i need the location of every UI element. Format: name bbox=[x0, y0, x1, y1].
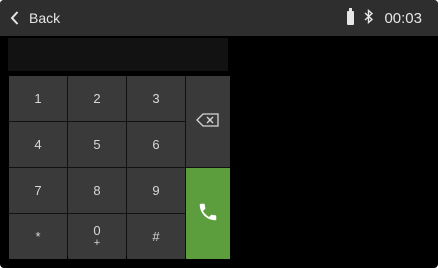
key-1[interactable]: 1 bbox=[9, 76, 67, 121]
clock-time: 00:03 bbox=[384, 9, 422, 27]
back-label: Back bbox=[29, 10, 61, 26]
key-8[interactable]: 8 bbox=[68, 168, 126, 213]
key-6[interactable]: 6 bbox=[127, 122, 185, 167]
key-0-plus: + bbox=[93, 237, 101, 249]
key-3[interactable]: 3 bbox=[127, 76, 185, 121]
phone-icon bbox=[197, 201, 219, 226]
number-display bbox=[8, 38, 228, 71]
backspace-icon bbox=[196, 113, 220, 130]
status-bar: Back 00:03 bbox=[0, 0, 438, 36]
call-button[interactable] bbox=[186, 168, 230, 259]
key-star[interactable]: * bbox=[9, 214, 67, 259]
dial-keypad: 1 2 3 4 5 6 7 8 9 * 0 + # bbox=[9, 76, 230, 259]
battery-icon bbox=[347, 8, 355, 25]
chevron-left-icon bbox=[10, 11, 19, 25]
back-button[interactable]: Back bbox=[10, 0, 60, 36]
dialer-screen: Back 00:03 1 2 3 4 5 6 7 8 9 * 0 + # bbox=[0, 0, 438, 268]
key-5[interactable]: 5 bbox=[68, 122, 126, 167]
key-hash[interactable]: # bbox=[127, 214, 185, 259]
bluetooth-icon bbox=[364, 8, 374, 28]
key-0[interactable]: 0 + bbox=[68, 214, 126, 259]
key-7[interactable]: 7 bbox=[9, 168, 67, 213]
backspace-button[interactable] bbox=[186, 76, 230, 167]
key-0-label: 0 bbox=[93, 223, 101, 238]
status-indicators: 00:03 bbox=[347, 0, 422, 36]
key-2[interactable]: 2 bbox=[68, 76, 126, 121]
key-4[interactable]: 4 bbox=[9, 122, 67, 167]
key-9[interactable]: 9 bbox=[127, 168, 185, 213]
